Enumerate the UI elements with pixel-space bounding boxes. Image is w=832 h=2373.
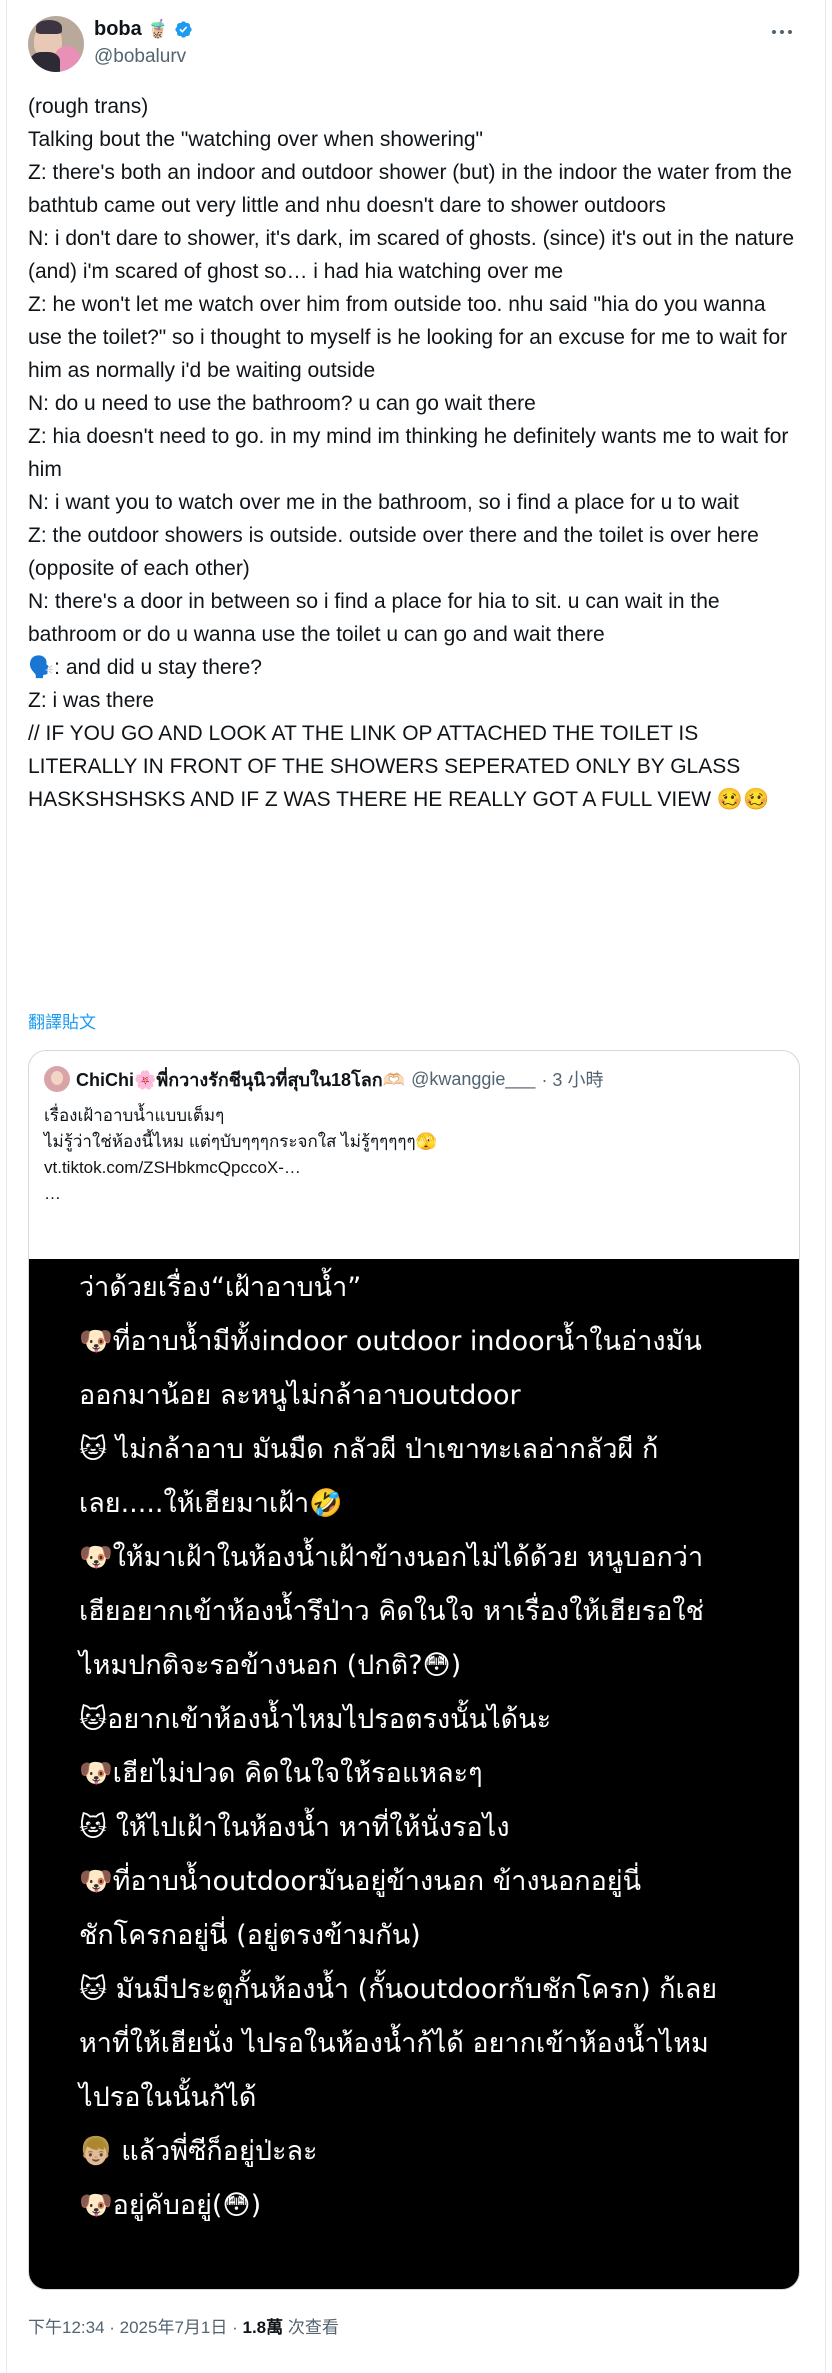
tweet-line: Z: he won't let me watch over him from o… [28,293,794,382]
tweet-line: N: there's a door in between so i find a… [28,590,726,646]
media-line: ไหมปกติจะรอข้างนอก (ปกติ?😳) [79,1650,462,1681]
media-line: ไปรอในนั้นก้ได้ [79,2082,257,2113]
tweet-header: boba 🧋 @bobalurv [28,14,804,74]
tweet-text: (rough trans) Talking bout the "watching… [28,90,804,816]
tweet-line: Z: the outdoor showers is outside. outsi… [28,524,765,580]
tweet-line: (rough trans) [28,95,149,118]
tweet-line: Z: hia doesn't need to go. in my mind im… [28,425,795,481]
quoted-author-name[interactable]: ChiChi🌸พี่กวางรักชีนุนิวที่สุบใน18โลก🫶🏻 [76,1065,405,1094]
quoted-author-avatar[interactable] [44,1066,70,1092]
media-line: 🐱อยากเข้าห้องน้ำไหมไปรอตรงนั้นได้นะ [79,1704,552,1735]
quoted-tweet-text: เรื่องเฝ้าอาบน้ำแบบเต็มๆ ไม่รู้ว่าใช่ห้อ… [44,1103,784,1207]
media-line: 🐶ที่อาบน้ำoutdoorมันอยู่ข้างนอก ข้างนอกอ… [79,1866,642,1897]
media-line: 🐱 ให้ไปเฝ้าในห้องน้ำ หาที่ให้นั่งรอไง [79,1812,510,1843]
quoted-line: ไม่รู้ว่าใช่ห้องนี้ไหม แต่ๆบับๆๆๆกระจกใส… [44,1132,437,1151]
quoted-tweet-header: ChiChi🌸พี่กวางรักชีนุนิวที่สุบใน18โลก🫶🏻 … [44,1065,603,1093]
media-line: ออกมาน้อย ละหนูไม่กล้าอาบoutdoor [79,1380,521,1411]
more-options-icon[interactable] [768,22,796,42]
quoted-media-image[interactable]: ว่าด้วยเรื่อง“เฝ้าอาบน้ำ” 🐶ที่อาบน้ำมีทั… [29,1259,799,2289]
author-avatar[interactable] [28,16,84,72]
tweet-timestamp[interactable]: 下午12:34 · 2025年7月1日 · [28,2318,242,2337]
media-line: 🐱 ไม่กล้าอาบ มันมืด กลัวผี ป่าเขาทะเลอ่า… [79,1434,659,1465]
tweet-line: 🗣️: and did u stay there? [28,656,262,679]
media-line: ชักโครกอยู่นี่ (อยู่ตรงข้ามกัน) [79,1920,421,1951]
translate-post-link[interactable]: 翻譯貼文 [28,1008,96,1033]
verified-badge-icon [175,20,192,38]
quoted-line: … [44,1184,61,1203]
tweet-line: Talking bout the "watching over when sho… [28,128,484,151]
author-name-row[interactable]: boba 🧋 [94,16,193,42]
quoted-author-handle[interactable]: @kwanggie___ [411,1069,535,1090]
view-count: 1.8萬 [242,2318,284,2337]
author-name[interactable]: boba [94,18,142,41]
quoted-link[interactable]: vt.tiktok.com/ZSHbkmcQpccoX-… [44,1155,784,1181]
tweet-footer: 下午12:34 · 2025年7月1日 · 1.8萬 次查看 [28,2313,339,2338]
bubble-tea-emoji: 🧋 [146,18,170,40]
tweet-line: // IF YOU GO AND LOOK AT THE LINK OP ATT… [28,722,770,811]
quoted-line: เรื่องเฝ้าอาบน้ำแบบเต็มๆ [44,1106,225,1125]
media-line: 👦🏼 แล้วพี่ซีก็อยู่ป่ะละ [79,2136,318,2167]
tweet-line: N: i don't dare to shower, it's dark, im… [28,227,800,283]
tweet-line: N: do u need to use the bathroom? u can … [28,392,536,415]
media-line: 🐶เฮียไม่ปวด คิดในใจให้รอแหละๆ [79,1758,483,1789]
media-line: 🐶ให้มาเฝ้าในห้องน้ำเฝ้าข้างนอกไม่ได้ด้วย… [79,1542,704,1573]
quoted-tweet[interactable]: ChiChi🌸พี่กวางรักชีนุนิวที่สุบใน18โลก🫶🏻 … [28,1050,800,2290]
media-line: เลย.....ให้เฮียมาเฝ้า🤣 [79,1488,343,1519]
media-line: ว่าด้วยเรื่อง“เฝ้าอาบน้ำ” [79,1272,362,1303]
quoted-tweet-time[interactable]: · 3 小時 [541,1066,603,1092]
media-line: 🐱 มันมีประตูกั้นห้องน้ำ (กั้นoutdoorกับช… [79,1974,718,2005]
tweet-line: N: i want you to watch over me in the ba… [28,491,739,514]
author-handle[interactable]: @bobalurv [94,46,186,68]
media-line: หาที่ให้เฮียนั่ง ไปรอในห้องน้ำก้ได้ อยาก… [79,2028,709,2059]
media-line: 🐶อยู่คับอยู่(😳) [79,2190,262,2221]
media-line: 🐶ที่อาบน้ำมีทั้งindoor outdoor indoorน้ำ… [79,1326,702,1357]
media-caption-text: ว่าด้วยเรื่อง“เฝ้าอาบน้ำ” 🐶ที่อาบน้ำมีทั… [79,1261,779,2233]
tweet-line: Z: i was there [28,689,155,712]
views-label: 次查看 [283,2318,339,2337]
media-line: เฮียอยากเข้าห้องน้ำรึป่าว คิดในใจ หาเรื่… [79,1596,704,1627]
tweet-line: Z: there's both an indoor and outdoor sh… [28,161,798,217]
